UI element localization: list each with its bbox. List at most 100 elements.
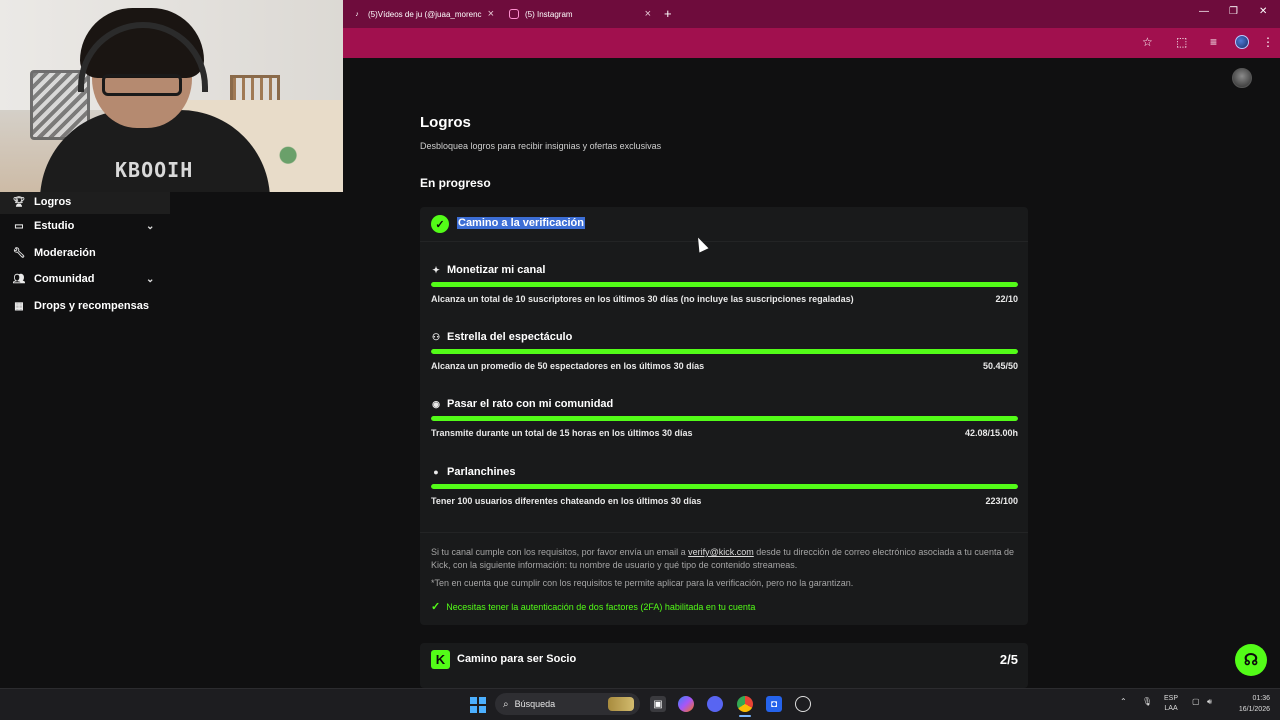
sidebar-item-comunidad[interactable]: 👥︎ Comunidad ⌄ xyxy=(0,267,170,291)
obs-icon[interactable] xyxy=(795,696,811,712)
tab-label: (5) Instagram xyxy=(525,9,573,19)
card-title: Camino para ser Socio xyxy=(457,653,577,665)
monitor-icon: ▭ xyxy=(14,220,24,232)
progress-fill xyxy=(431,282,1018,287)
requirement-item: ✦ Monetizar mi canal Alcanza un total de… xyxy=(431,263,1018,304)
twofa-text: Necesitas tener la autenticación de dos … xyxy=(446,601,756,612)
lang-code: ESP xyxy=(1164,695,1179,702)
language-indicator[interactable]: ESP LAA xyxy=(1164,694,1178,714)
kick-logo-icon: K xyxy=(431,650,450,669)
sidebar-item-estudio[interactable]: ▭ Estudio ⌄ xyxy=(0,214,170,238)
windows-start-button[interactable] xyxy=(470,697,486,713)
wrench-icon: 🔧︎ xyxy=(12,247,26,259)
sidebar-item-label: Moderación xyxy=(34,247,96,259)
taskbar-search[interactable]: ⌕ Búsqueda xyxy=(495,693,640,715)
browser-profile-avatar[interactable] xyxy=(1235,35,1249,49)
requirement-name: Estrella del espectáculo xyxy=(447,331,573,343)
card-title: Camino a la verificación xyxy=(457,217,585,229)
chevron-down-icon[interactable]: ⌄ xyxy=(146,221,154,232)
progress-fill xyxy=(431,349,1018,354)
chrome-icon[interactable] xyxy=(737,696,753,712)
search-highlight-image xyxy=(608,697,634,711)
network-icon[interactable]: ▢ xyxy=(1192,697,1200,706)
requirement-item: ⚇ Estrella del espectáculo Alcanza un pr… xyxy=(431,330,1018,371)
requirement-description: Alcanza un total de 10 suscriptores en l… xyxy=(431,294,854,304)
clock-time: 01:36 xyxy=(1252,695,1270,702)
info-text: Si tu canal cumple con los requisitos, p… xyxy=(431,547,689,557)
instagram-icon xyxy=(509,9,519,19)
system-clock[interactable]: 01:36 16/1/2026 xyxy=(1226,693,1270,715)
volume-icon[interactable]: 🔊︎ xyxy=(1207,697,1212,707)
broadcast-icon: ◉ xyxy=(432,398,440,409)
help-chat-button[interactable]: ☊ xyxy=(1235,644,1267,676)
close-tab-icon[interactable]: × xyxy=(488,8,494,20)
requirement-item: ◉ Pasar el rato con mi comunidad Transmi… xyxy=(431,397,1018,438)
sidebar-item-label: Estudio xyxy=(34,220,75,232)
tab-instagram[interactable]: (5) Instagram × xyxy=(509,4,651,24)
requirement-description: Alcanza un promedio de 50 espectadores e… xyxy=(431,361,705,371)
search-placeholder: Búsqueda xyxy=(514,699,556,709)
minimize-icon[interactable]: — xyxy=(1199,6,1209,17)
media-control-icon[interactable]: ≡ xyxy=(1210,35,1217,49)
users-icon: 👥︎ xyxy=(12,273,26,285)
user-avatar[interactable] xyxy=(1232,68,1252,88)
requirement-description: Tener 100 usuarios diferentes chateando … xyxy=(431,496,702,506)
active-app-indicator xyxy=(739,715,751,717)
chat-icon: ● xyxy=(433,467,439,477)
task-view-icon[interactable]: ▣ xyxy=(650,696,666,712)
sidebar-item-logros[interactable]: 🏆︎ Logros xyxy=(0,190,170,214)
glasses xyxy=(102,74,182,96)
requirement-value: 50.45/50 xyxy=(982,361,1018,371)
requirement-description: Transmite durante un total de 15 horas e… xyxy=(431,428,693,438)
progress-bar xyxy=(431,282,1018,287)
headset-icon: ☊ xyxy=(1243,652,1259,669)
microphone-icon[interactable]: 🎙︎ xyxy=(1142,697,1152,706)
sidebar-item-drops[interactable]: ▦ Drops y recompensas xyxy=(0,294,170,318)
bookmark-star-icon[interactable]: ☆ xyxy=(1142,35,1153,49)
twofa-note: ✓ Necesitas tener la autenticación de do… xyxy=(431,600,755,613)
discord-icon[interactable] xyxy=(707,696,723,712)
requirement-value: 22/10 xyxy=(995,294,1018,304)
extensions-icon[interactable]: ⬚ xyxy=(1176,35,1187,49)
webcam-shirt-print: KBOOIH xyxy=(115,158,194,182)
verified-check-icon: ✓ xyxy=(431,215,449,233)
tab-tiktok[interactable]: ♪ (5)Vídeos de ju (@juaa_morenc × xyxy=(352,4,494,24)
sidebar-item-label: Drops y recompensas xyxy=(34,300,149,312)
restore-icon[interactable]: ❐ xyxy=(1229,6,1238,17)
sparkle-icon: ✦ xyxy=(432,264,440,275)
tray-chevron-icon[interactable]: ⌃ xyxy=(1120,697,1127,706)
browser-menu-icon[interactable]: ⋮ xyxy=(1262,35,1274,49)
progress-fill xyxy=(431,484,1018,489)
lang-layout: LAA xyxy=(1164,705,1178,712)
tiktok-icon: ♪ xyxy=(355,10,359,18)
check-icon: ✓ xyxy=(431,601,441,613)
requirement-item: ● Parlanchines Tener 100 usuarios difere… xyxy=(431,465,1018,506)
achievement-card-verification: ✓ Camino a la verificación ✦ Monetizar m… xyxy=(420,207,1028,625)
requirement-name: Parlanchines xyxy=(447,466,516,478)
achievement-card-partner[interactable]: K Camino para ser Socio 2/5 xyxy=(420,643,1028,688)
close-window-icon[interactable]: ✕ xyxy=(1259,6,1267,17)
page-subtitle: Desbloquea logros para recibir insignias… xyxy=(420,141,662,151)
windows-taskbar xyxy=(0,688,1280,720)
card-header[interactable]: ✓ Camino a la verificación xyxy=(420,207,1028,242)
close-tab-icon[interactable]: × xyxy=(645,8,651,20)
requirement-name: Pasar el rato con mi comunidad xyxy=(447,398,614,410)
sidebar-item-moderacion[interactable]: 🔧︎ Moderación xyxy=(0,241,170,265)
app-icon[interactable]: ◘ xyxy=(766,696,782,712)
disclaimer-text: *Ten en cuenta que cumplir con los requi… xyxy=(431,578,854,588)
section-title: En progreso xyxy=(420,176,491,190)
verify-email-link[interactable]: verify@kick.com xyxy=(688,547,754,557)
copilot-icon[interactable] xyxy=(678,696,694,712)
webcam-overlay: KBOOIH xyxy=(0,0,343,192)
progress-bar xyxy=(431,416,1018,421)
requirement-name: Monetizar mi canal xyxy=(447,264,546,276)
clock-date: 16/1/2026 xyxy=(1238,706,1270,713)
gift-icon: ▦ xyxy=(14,300,24,312)
progress-fill xyxy=(431,416,1018,421)
progress-count: 2/5 xyxy=(999,652,1018,667)
progress-bar xyxy=(431,484,1018,489)
chevron-down-icon[interactable]: ⌄ xyxy=(146,274,154,285)
search-icon: ⌕ xyxy=(503,698,509,710)
new-tab-button[interactable]: + xyxy=(664,6,672,21)
trophy-icon: 🏆︎ xyxy=(12,196,26,208)
